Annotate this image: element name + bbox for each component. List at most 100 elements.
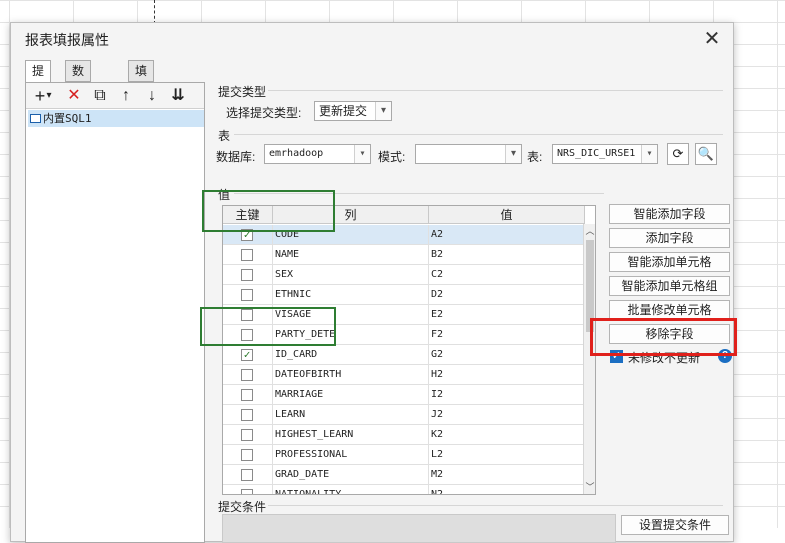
mode-select[interactable]: ▾: [415, 144, 522, 164]
table-row[interactable]: SEX C2: [223, 265, 585, 285]
add-field-button[interactable]: 添加字段: [609, 228, 730, 248]
tab-shortcut-settings[interactable]: 填报快捷键设置: [128, 60, 155, 198]
value-cell[interactable]: C2: [429, 265, 585, 285]
copy-icon[interactable]: ⧉: [90, 86, 110, 106]
table-row[interactable]: ✓ ID_CARD G2: [223, 345, 585, 365]
submit-condition-section-label: 提交条件: [218, 500, 267, 514]
column-name-cell[interactable]: DATEOFBIRTH: [273, 365, 429, 385]
annotation-box-id-card: [200, 307, 336, 346]
checkbox-unchecked-icon[interactable]: [241, 269, 253, 281]
scroll-up-icon[interactable]: ︿: [584, 224, 595, 238]
smart-add-cell-button[interactable]: 智能添加单元格: [609, 252, 730, 272]
primary-key-cell: [223, 265, 273, 285]
mode-label: 模式:: [378, 150, 406, 164]
column-name-cell[interactable]: LEARN: [273, 405, 429, 425]
delete-icon[interactable]: ✕: [64, 86, 84, 106]
table-row[interactable]: ETHNIC D2: [223, 285, 585, 305]
checkbox-unchecked-icon[interactable]: [241, 429, 253, 441]
primary-key-cell: [223, 285, 273, 305]
column-name-cell[interactable]: ID_CARD: [273, 345, 429, 365]
move-up-icon[interactable]: ↑: [116, 86, 136, 106]
column-name-cell[interactable]: GRAD_DATE: [273, 465, 429, 485]
table-row[interactable]: PROFESSIONAL L2: [223, 445, 585, 465]
tree-item-label: 内置SQL1: [43, 112, 92, 125]
checkbox-unchecked-icon[interactable]: [241, 409, 253, 421]
submit-condition-area: [222, 514, 616, 543]
table-label: 表:: [527, 150, 543, 164]
value-cell[interactable]: J2: [429, 405, 585, 425]
column-name-cell[interactable]: MARRIAGE: [273, 385, 429, 405]
primary-key-cell: [223, 485, 273, 494]
value-cell[interactable]: D2: [429, 285, 585, 305]
table-row[interactable]: LEARN J2: [223, 405, 585, 425]
set-submit-condition-button[interactable]: 设置提交条件: [621, 515, 729, 535]
value-cell[interactable]: A2: [429, 225, 585, 245]
submit-type-value: 更新提交: [319, 104, 368, 118]
column-name-cell[interactable]: NAME: [273, 245, 429, 265]
smart-add-cell-group-button[interactable]: 智能添加单元格组: [609, 276, 730, 296]
submit-type-select[interactable]: 更新提交 ▾: [314, 101, 392, 121]
value-cell[interactable]: L2: [429, 445, 585, 465]
value-cell[interactable]: G2: [429, 345, 585, 365]
header-value: 值: [429, 206, 585, 224]
primary-key-cell: [223, 405, 273, 425]
checkbox-checked-icon[interactable]: ✓: [241, 349, 253, 361]
batch-edit-cell-button[interactable]: 批量修改单元格: [609, 300, 730, 320]
smart-add-field-button[interactable]: 智能添加字段: [609, 204, 730, 224]
value-cell[interactable]: H2: [429, 365, 585, 385]
value-cell[interactable]: I2: [429, 385, 585, 405]
table-row[interactable]: NAME B2: [223, 245, 585, 265]
primary-key-cell: [223, 245, 273, 265]
checkbox-unchecked-icon[interactable]: [241, 249, 253, 261]
table-row[interactable]: GRAD_DATE M2: [223, 465, 585, 485]
table-row[interactable]: NATIONALITY N2: [223, 485, 585, 494]
scroll-down-icon[interactable]: ﹀: [584, 480, 595, 494]
preview-search-icon[interactable]: 🔍: [695, 143, 717, 165]
value-cell[interactable]: B2: [429, 245, 585, 265]
chevron-down-icon: ▾: [505, 145, 521, 163]
section-divider: [234, 134, 723, 135]
primary-key-cell: [223, 465, 273, 485]
value-cell[interactable]: N2: [429, 485, 585, 494]
tab-submit[interactable]: 提交: [25, 60, 52, 98]
value-cell[interactable]: K2: [429, 425, 585, 445]
value-cell[interactable]: F2: [429, 325, 585, 345]
checkbox-unchecked-icon[interactable]: [241, 289, 253, 301]
close-icon[interactable]: ✕: [699, 26, 725, 52]
add-dropdown-icon[interactable]: ▾: [44, 86, 54, 106]
checkbox-unchecked-icon[interactable]: [241, 389, 253, 401]
column-name-cell[interactable]: PROFESSIONAL: [273, 445, 429, 465]
sql-list-panel: + ▾ ✕ ⧉ ↑ ↓ ⇊ 内置SQL1: [25, 82, 205, 543]
table-section-label: 表: [218, 129, 231, 143]
column-name-cell[interactable]: HIGHEST_LEARN: [273, 425, 429, 445]
value-cell[interactable]: M2: [429, 465, 585, 485]
sql-toolbar: + ▾ ✕ ⧉ ↑ ↓ ⇊: [26, 83, 204, 109]
move-bottom-icon[interactable]: ⇊: [168, 86, 188, 106]
column-name-cell[interactable]: NATIONALITY: [273, 485, 429, 494]
table-row[interactable]: HIGHEST_LEARN K2: [223, 425, 585, 445]
primary-key-cell: [223, 425, 273, 445]
submit-type-section-label: 提交类型: [218, 85, 267, 99]
tab-data-validation[interactable]: 数据校验: [65, 60, 92, 138]
column-name-cell[interactable]: SEX: [273, 265, 429, 285]
table-select[interactable]: NRS_DIC_URSE1 ▾: [552, 144, 658, 164]
column-name-cell[interactable]: ETHNIC: [273, 285, 429, 305]
page-break-line: [154, 0, 155, 24]
move-down-icon[interactable]: ↓: [142, 86, 162, 106]
primary-key-cell: ✓: [223, 345, 273, 365]
checkbox-unchecked-icon[interactable]: [241, 469, 253, 481]
table-row[interactable]: DATEOFBIRTH H2: [223, 365, 585, 385]
database-select[interactable]: emrhadoop ▾: [264, 144, 371, 164]
value-cell[interactable]: E2: [429, 305, 585, 325]
dialog-title: 报表填报属性: [25, 32, 109, 48]
checkbox-unchecked-icon[interactable]: [241, 369, 253, 381]
table-row[interactable]: MARRIAGE I2: [223, 385, 585, 405]
tree-item-sql1[interactable]: 内置SQL1: [28, 110, 204, 127]
checkbox-unchecked-icon[interactable]: [241, 449, 253, 461]
chevron-down-icon: ▾: [354, 145, 370, 163]
refresh-icon[interactable]: ⟳: [667, 143, 689, 165]
section-divider: [268, 505, 723, 506]
checkbox-unchecked-icon[interactable]: [241, 489, 253, 494]
report-fill-properties-dialog: 报表填报属性 ✕ 提交 数据校验 填报快捷键设置 + ▾ ✕ ⧉ ↑ ↓ ⇊ 内…: [10, 22, 734, 543]
grid-scrollbar[interactable]: ︿ ﹀: [583, 224, 595, 494]
